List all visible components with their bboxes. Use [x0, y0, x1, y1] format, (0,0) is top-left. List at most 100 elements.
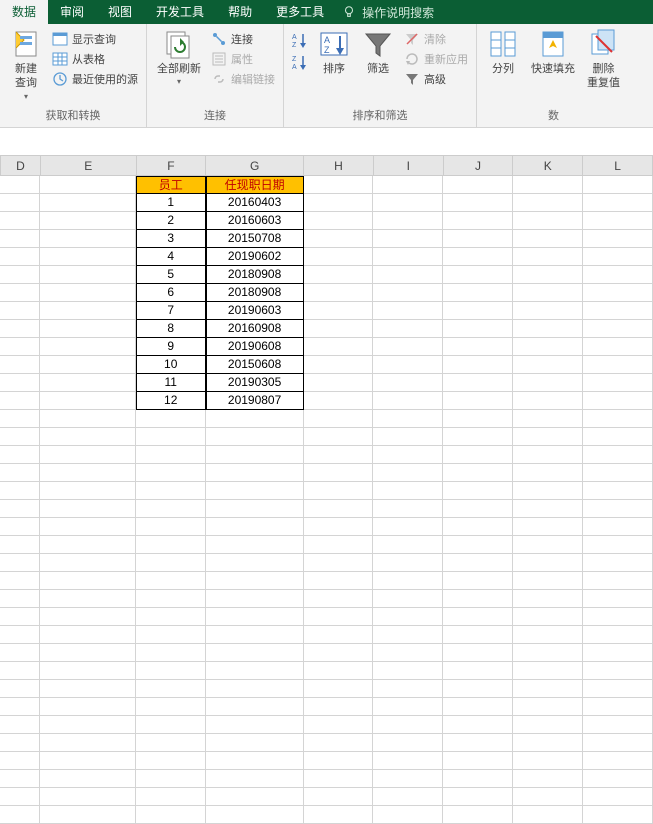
cell[interactable]	[443, 212, 513, 230]
cell[interactable]	[513, 212, 583, 230]
col-header-G[interactable]: G	[206, 156, 304, 175]
clear-filter-button[interactable]: 清除	[402, 30, 470, 48]
cell[interactable]	[40, 500, 136, 518]
cell[interactable]	[513, 302, 583, 320]
cell[interactable]: 7	[136, 302, 206, 320]
cell[interactable]	[373, 806, 443, 824]
table-header-employee[interactable]: 员工	[136, 176, 206, 194]
cell[interactable]	[583, 680, 653, 698]
cell[interactable]	[0, 788, 40, 806]
cell[interactable]	[0, 248, 40, 266]
cell[interactable]	[304, 590, 374, 608]
cell[interactable]	[206, 788, 304, 806]
cell[interactable]	[513, 446, 583, 464]
cell[interactable]	[583, 788, 653, 806]
cell[interactable]	[373, 644, 443, 662]
cell[interactable]	[0, 302, 40, 320]
cell[interactable]	[206, 680, 304, 698]
cell[interactable]	[443, 248, 513, 266]
cell[interactable]	[583, 536, 653, 554]
cell[interactable]	[0, 428, 40, 446]
col-header-F[interactable]: F	[137, 156, 207, 175]
cell[interactable]	[583, 374, 653, 392]
cell[interactable]	[304, 608, 374, 626]
cell[interactable]	[583, 554, 653, 572]
cell[interactable]	[583, 248, 653, 266]
cell[interactable]	[513, 320, 583, 338]
cell[interactable]	[513, 176, 583, 194]
cell[interactable]	[583, 176, 653, 194]
new-query-button[interactable]: 新建 查询 ▾	[6, 26, 46, 104]
cell[interactable]	[136, 680, 206, 698]
cell[interactable]	[373, 284, 443, 302]
cell[interactable]	[304, 482, 374, 500]
cell[interactable]	[373, 446, 443, 464]
cell[interactable]	[40, 464, 136, 482]
cell[interactable]	[0, 374, 40, 392]
cell[interactable]	[40, 392, 136, 410]
flash-fill-button[interactable]: 快速填充	[527, 26, 579, 78]
cell[interactable]	[513, 698, 583, 716]
cell[interactable]: 20150608	[206, 356, 304, 374]
cell[interactable]	[304, 320, 374, 338]
cell[interactable]	[443, 626, 513, 644]
cell[interactable]	[443, 320, 513, 338]
cell[interactable]	[304, 680, 374, 698]
cell[interactable]	[583, 482, 653, 500]
cell[interactable]	[206, 536, 304, 554]
cell[interactable]: 20190305	[206, 374, 304, 392]
cell[interactable]	[513, 752, 583, 770]
cell[interactable]	[40, 482, 136, 500]
cell[interactable]	[583, 230, 653, 248]
cell[interactable]: 20160403	[206, 194, 304, 212]
cell[interactable]	[513, 536, 583, 554]
tab-view[interactable]: 视图	[96, 0, 144, 24]
cell[interactable]	[513, 374, 583, 392]
cell[interactable]	[0, 500, 40, 518]
cell[interactable]	[373, 590, 443, 608]
col-header-K[interactable]: K	[513, 156, 583, 175]
cell[interactable]	[0, 806, 40, 824]
cell[interactable]	[40, 284, 136, 302]
cell[interactable]	[373, 266, 443, 284]
cell[interactable]	[583, 626, 653, 644]
cell[interactable]	[443, 266, 513, 284]
cell[interactable]	[0, 662, 40, 680]
cell[interactable]	[304, 356, 374, 374]
cell[interactable]	[40, 266, 136, 284]
cell[interactable]	[373, 302, 443, 320]
cell[interactable]	[0, 770, 40, 788]
cell[interactable]	[40, 662, 136, 680]
cell[interactable]	[513, 788, 583, 806]
cell[interactable]	[443, 302, 513, 320]
cell[interactable]	[443, 176, 513, 194]
cell[interactable]	[373, 176, 443, 194]
reapply-button[interactable]: 重新应用	[402, 50, 470, 68]
connections-button[interactable]: 连接	[209, 30, 277, 48]
cell[interactable]	[206, 770, 304, 788]
cell[interactable]	[304, 698, 374, 716]
cell[interactable]	[0, 212, 40, 230]
cell[interactable]	[373, 752, 443, 770]
cell[interactable]	[443, 644, 513, 662]
cell[interactable]	[40, 302, 136, 320]
cell[interactable]	[136, 536, 206, 554]
cell[interactable]	[0, 518, 40, 536]
cell[interactable]	[373, 788, 443, 806]
cell[interactable]	[40, 446, 136, 464]
cell[interactable]	[136, 626, 206, 644]
cell[interactable]	[136, 716, 206, 734]
cell[interactable]: 20180908	[206, 266, 304, 284]
cell[interactable]	[206, 752, 304, 770]
cell[interactable]	[0, 176, 40, 194]
cell[interactable]	[40, 554, 136, 572]
cell[interactable]	[373, 734, 443, 752]
cell[interactable]	[0, 464, 40, 482]
cell[interactable]	[373, 428, 443, 446]
cell[interactable]	[206, 500, 304, 518]
cell[interactable]	[373, 662, 443, 680]
cell[interactable]	[0, 356, 40, 374]
cell[interactable]	[304, 176, 374, 194]
cell[interactable]	[40, 572, 136, 590]
cell[interactable]	[304, 338, 374, 356]
